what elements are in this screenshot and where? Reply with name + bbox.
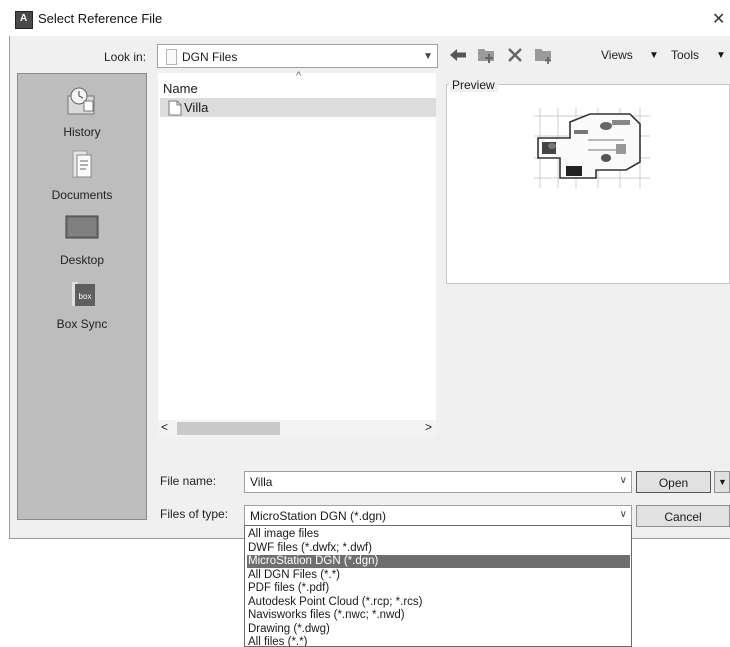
delete-icon[interactable] (506, 46, 524, 64)
close-button[interactable]: ✕ (712, 9, 725, 29)
option-all-image-files[interactable]: All image files (247, 528, 630, 541)
tools-dropdown-arrow-icon[interactable]: ▼ (716, 50, 726, 61)
look-in-dropdown[interactable]: DGN Files ▼ (157, 44, 438, 68)
file-type-dropdown[interactable]: MicroStation DGN (*.dgn) ∨ (244, 505, 632, 527)
new-folder-icon[interactable] (533, 45, 553, 65)
option-microstation-dgn[interactable]: MicroStation DGN (*.dgn) (247, 555, 630, 568)
file-name-input[interactable]: Villa ∨ (244, 471, 632, 493)
file-name-label: File name: (160, 474, 217, 488)
box-sync-icon: box (72, 282, 95, 306)
chevron-down-icon: ▼ (718, 477, 727, 487)
cancel-button[interactable]: Cancel (636, 505, 730, 527)
open-button[interactable]: Open (636, 471, 711, 493)
cancel-button-label: Cancel (664, 510, 702, 524)
option-dwf-files[interactable]: DWF files (*.dwfx; *.dwf) (247, 542, 630, 555)
option-autodesk-point-cloud[interactable]: Autodesk Point Cloud (*.rcp; *.rcs) (247, 596, 630, 609)
place-history[interactable]: History (18, 84, 146, 139)
tools-label: Tools (671, 48, 700, 62)
scroll-right-icon[interactable]: > (425, 420, 432, 434)
back-arrow-icon[interactable] (448, 47, 468, 63)
up-folder-icon[interactable] (476, 45, 496, 65)
views-label: Views (601, 48, 633, 62)
file-name-value: Villa (250, 475, 273, 489)
chevron-down-icon[interactable]: ∨ (620, 475, 627, 486)
file-icon (168, 100, 182, 116)
place-box-sync[interactable]: box Box Sync (18, 276, 146, 331)
place-label: Documents (51, 188, 113, 202)
scrollbar-thumb[interactable] (177, 422, 280, 435)
place-desktop[interactable]: Desktop (18, 212, 146, 267)
look-in-label: Look in: (104, 50, 147, 64)
svg-text:box: box (79, 292, 92, 301)
views-dropdown-arrow-icon[interactable]: ▼ (649, 50, 659, 61)
option-navisworks-files[interactable]: Navisworks files (*.nwc; *.nwd) (247, 609, 630, 622)
file-list[interactable] (158, 73, 436, 437)
desktop-icon (65, 215, 99, 239)
place-label: Desktop (59, 253, 105, 267)
chevron-down-icon: ∨ (619, 509, 627, 520)
file-type-label: Files of type: (160, 507, 229, 521)
places-bar: History Documents Desktop box Box Sync (17, 73, 147, 520)
drawing-preview-image (534, 108, 650, 188)
place-documents[interactable]: Documents (18, 147, 146, 202)
file-type-options-list: All image files DWF files (*.dwfx; *.dwf… (244, 525, 632, 647)
file-type-value: MicroStation DGN (*.dgn) (250, 509, 387, 523)
autocad-app-icon: A (15, 11, 33, 29)
views-menu[interactable]: Views (601, 48, 633, 62)
place-label: Box Sync (56, 317, 108, 331)
file-name-villa: Villa (184, 100, 209, 115)
place-label: History (63, 125, 101, 139)
documents-icon (72, 150, 92, 178)
look-in-value: DGN Files (182, 50, 238, 64)
history-icon (67, 87, 95, 115)
window-title: Select Reference File (38, 11, 163, 26)
open-options-button[interactable]: ▼ (714, 471, 730, 493)
scroll-left-icon[interactable]: < (161, 420, 168, 434)
option-all-dgn-files[interactable]: All DGN Files (*.*) (247, 569, 630, 582)
sort-ascending-icon: ^ (296, 70, 302, 82)
option-all-files[interactable]: All files (*.*) (247, 636, 630, 646)
open-button-label: Open (658, 476, 689, 490)
option-pdf-files[interactable]: PDF files (*.pdf) (247, 582, 630, 595)
preview-label: Preview (449, 78, 498, 92)
folder-icon (166, 49, 177, 65)
option-drawing-dwg[interactable]: Drawing (*.dwg) (247, 623, 630, 636)
tools-menu[interactable]: Tools (671, 48, 699, 62)
name-column-header[interactable]: Name (163, 81, 198, 96)
chevron-down-icon: ▼ (423, 51, 433, 62)
list-item-selected[interactable]: Villa (160, 98, 436, 117)
